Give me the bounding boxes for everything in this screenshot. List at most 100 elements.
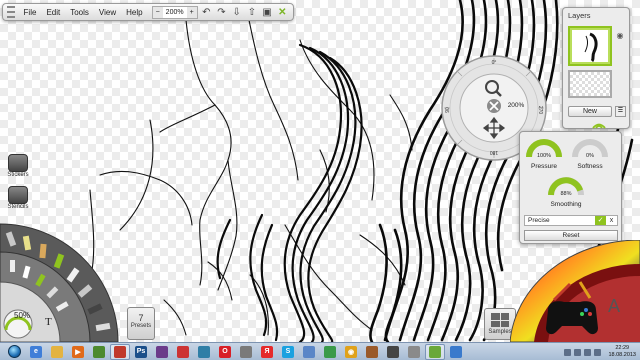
smoothing-label: Smoothing [550, 201, 582, 208]
start-button[interactable] [2, 343, 26, 360]
app-icon [366, 345, 378, 358]
skype-icon: S [282, 345, 294, 358]
zoom-value[interactable]: 200% [163, 9, 187, 16]
svg-text:T: T [45, 316, 52, 328]
zoom-in-button[interactable]: + [186, 6, 197, 18]
taskbar-app-button[interactable]: ◉ [341, 344, 361, 360]
layers-title: Layers [568, 11, 591, 20]
menu-edit[interactable]: Edit [42, 7, 64, 18]
app-icon [450, 345, 462, 358]
brush-size-value[interactable]: 50% [14, 311, 30, 320]
app-icon [93, 345, 105, 358]
save-icon[interactable]: ▣ [261, 6, 274, 19]
tray-icon[interactable] [574, 348, 582, 356]
app-icon [240, 345, 252, 358]
windows-taskbar: e ▶ Ps O Я S ◉ 22:29 18.08.2013 [0, 342, 640, 360]
confirm-icon[interactable]: ✓ [595, 216, 606, 225]
stickers-button[interactable]: Stickers [4, 154, 32, 182]
layer-2-thumbnail[interactable] [568, 70, 612, 98]
artrage-icon [114, 345, 126, 358]
taskbar-app-button[interactable]: ▶ [68, 344, 88, 360]
taskbar-app-button[interactable] [362, 344, 382, 360]
taskbar-app-button[interactable] [89, 344, 109, 360]
app-icon [156, 345, 168, 358]
close-icon[interactable]: x [606, 216, 617, 225]
presets-label: Presets [130, 323, 152, 329]
layer-visibility-icon[interactable]: ◉ [615, 30, 625, 40]
layer-1-thumbnail[interactable] [568, 26, 612, 66]
taskbar-app-button[interactable] [110, 343, 130, 360]
tool-settings-panel: 100% Pressure 0% Softness 88% Smoothing … [519, 131, 622, 244]
rotation-label-left: 90 [445, 107, 451, 113]
windows-logo-icon [7, 345, 21, 358]
taskbar-app-button[interactable] [299, 344, 319, 360]
stickers-icon [8, 154, 28, 172]
layers-panel: Layers ◉ New ☰ [562, 7, 630, 129]
folder-icon [51, 345, 63, 358]
redo-icon[interactable]: ↷ [215, 6, 228, 19]
taskbar-app-button[interactable]: e [26, 344, 46, 360]
menu-file[interactable]: File [20, 7, 41, 18]
taskbar-app-button[interactable] [320, 344, 340, 360]
menu-help[interactable]: Help [122, 7, 146, 18]
precise-label: Precise [528, 217, 550, 224]
app-icon [408, 345, 420, 358]
layer-menu-icon[interactable]: ☰ [615, 106, 626, 117]
import-icon[interactable]: ⇩ [230, 6, 243, 19]
menu-bar: File Edit Tools View Help − 200% + ↶ ↷ ⇩… [2, 3, 294, 21]
taskbar-app-button[interactable]: O [215, 344, 235, 360]
stencils-button[interactable]: Stencils [4, 186, 32, 214]
new-layer-button[interactable]: New [568, 106, 612, 117]
taskbar-app-button[interactable] [446, 344, 466, 360]
puck-zoom-label: 200% [508, 102, 525, 109]
softness-gauge[interactable]: 0% Softness [572, 138, 608, 170]
color-picker[interactable]: A [510, 240, 640, 342]
taskbar-app-button[interactable] [152, 344, 172, 360]
tray-icon[interactable] [564, 348, 572, 356]
precise-preset-field[interactable]: Precise ✓ x [524, 215, 618, 226]
presets-button[interactable]: 7 Presets [127, 307, 155, 340]
pressure-gauge[interactable]: 100% Pressure [526, 138, 562, 170]
taskbar-app-button[interactable]: Я [257, 344, 277, 360]
menu-view[interactable]: View [95, 7, 120, 18]
smoothing-value: 88% [560, 191, 572, 197]
taskbar-app-button[interactable] [425, 343, 445, 360]
stencils-icon [8, 186, 28, 204]
taskbar-app-button[interactable] [236, 344, 256, 360]
softness-value: 0% [586, 153, 594, 159]
taskbar-app-button[interactable] [47, 344, 67, 360]
media-player-icon: ▶ [72, 345, 84, 358]
smoothing-gauge[interactable]: 88% Smoothing [548, 176, 584, 208]
pressure-value: 100% [536, 153, 552, 159]
rotation-label-top: 0° [492, 60, 497, 66]
yandex-icon: Я [261, 345, 273, 358]
taskbar-app-button[interactable] [194, 344, 214, 360]
taskbar-app-button[interactable]: Ps [131, 344, 151, 360]
hair-thumbnail-icon [584, 32, 598, 63]
tool-wheel[interactable]: T [0, 212, 126, 342]
volume-icon[interactable] [594, 348, 602, 356]
clock[interactable]: 22:29 18.08.2013 [608, 345, 636, 359]
taskbar-app-button[interactable] [173, 344, 193, 360]
stickers-label: Stickers [7, 172, 29, 178]
export-icon[interactable]: ⇧ [245, 6, 258, 19]
undo-icon[interactable]: ↶ [200, 6, 213, 19]
panel-collapse-icon[interactable] [591, 121, 607, 129]
zoom-out-button[interactable]: − [152, 6, 163, 18]
grip-icon[interactable] [7, 6, 15, 18]
reset-view-icon[interactable] [487, 99, 501, 113]
taskbar-app-button[interactable] [383, 344, 403, 360]
opera-icon: O [219, 345, 231, 358]
tray-icon[interactable] [584, 348, 592, 356]
photoshop-icon: Ps [135, 345, 147, 358]
clock-date: 18.08.2013 [608, 352, 636, 358]
system-tray: 22:29 18.08.2013 [564, 343, 640, 360]
taskbar-app-button[interactable] [404, 344, 424, 360]
pressure-label: Pressure [530, 163, 557, 170]
explorer-icon: e [30, 345, 42, 358]
app-icon [387, 345, 399, 358]
fullscreen-icon[interactable]: ✕ [276, 6, 289, 19]
app-icon [324, 345, 336, 358]
taskbar-app-button[interactable]: S [278, 344, 298, 360]
menu-tools[interactable]: Tools [66, 7, 93, 18]
